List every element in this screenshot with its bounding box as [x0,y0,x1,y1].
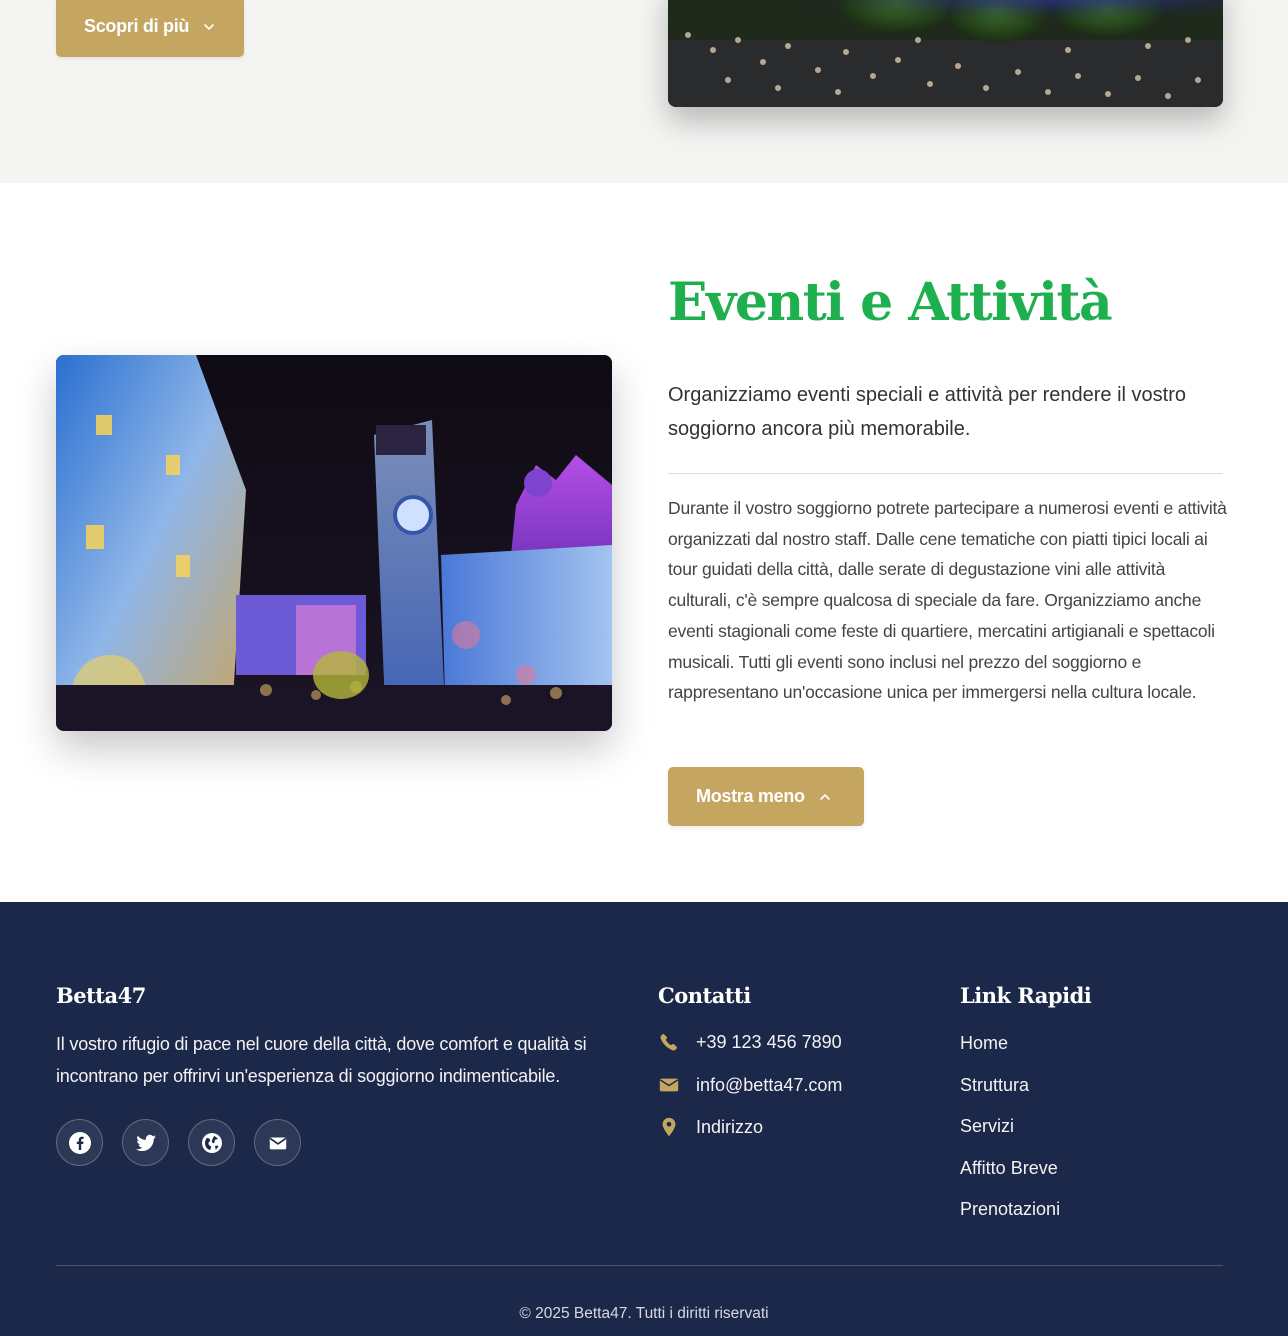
quick-link-servizi[interactable]: Servizi [960,1116,1014,1137]
copyright-text: © 2025 Betta47. Tutti i diritti riservat… [519,1305,769,1322]
chevron-down-icon [204,23,214,30]
location-pin-icon [662,1117,676,1137]
contact-phone[interactable]: +39 123 456 7890 [658,1031,842,1053]
contact-address-text: Indirizzo [696,1116,764,1137]
twitter-icon [135,1134,156,1151]
discover-more-button[interactable]: Scopri di più [56,0,244,57]
globe-icon [201,1132,222,1153]
night-crowd-photo [668,0,1223,107]
website-link[interactable] [188,1119,235,1166]
show-less-button[interactable]: Mostra meno [668,767,864,826]
discover-more-label: Scopri di più [84,16,190,36]
footer-divider [56,1265,1223,1266]
twitter-link[interactable] [122,1119,169,1166]
facebook-link[interactable] [56,1119,103,1166]
contacts-heading: Contatti [658,983,751,1008]
phone-icon [660,1033,678,1051]
contact-email[interactable]: info@betta47.com [658,1074,842,1096]
events-lead: Organizziamo eventi speciali e attività … [668,384,1187,440]
events-title: Eventi e Attività [668,272,1113,333]
quick-link-home[interactable]: Home [960,1033,1008,1054]
contact-email-text: info@betta47.com [696,1074,843,1095]
chevron-up-icon [819,793,830,800]
footer-description: Il vostro rifugio di pace nel cuore dell… [56,1034,587,1086]
illuminated-square-photo [56,355,612,731]
envelope-icon [659,1078,679,1092]
contact-phone-text: +39 123 456 7890 [696,1031,842,1052]
quick-link-affitto-breve[interactable]: Affitto Breve [960,1158,1058,1179]
previous-section: Scopri di più [0,0,1288,183]
site-footer: Betta47 Il vostro rifugio di pace nel cu… [0,902,1288,1336]
email-link[interactable] [254,1119,301,1166]
quick-link-struttura[interactable]: Struttura [960,1075,1029,1096]
mail-icon [269,1137,286,1149]
quick-links-heading: Link Rapidi [960,983,1092,1008]
footer-brand: Betta47 [56,983,146,1008]
show-less-label: Mostra meno [696,786,805,806]
facebook-icon [68,1131,91,1154]
events-description: Durante il vostro soggiorno potrete part… [668,498,1227,703]
section-divider [668,473,1223,474]
quick-link-prenotazioni[interactable]: Prenotazioni [960,1199,1060,1220]
contact-address[interactable]: Indirizzo [658,1116,763,1138]
